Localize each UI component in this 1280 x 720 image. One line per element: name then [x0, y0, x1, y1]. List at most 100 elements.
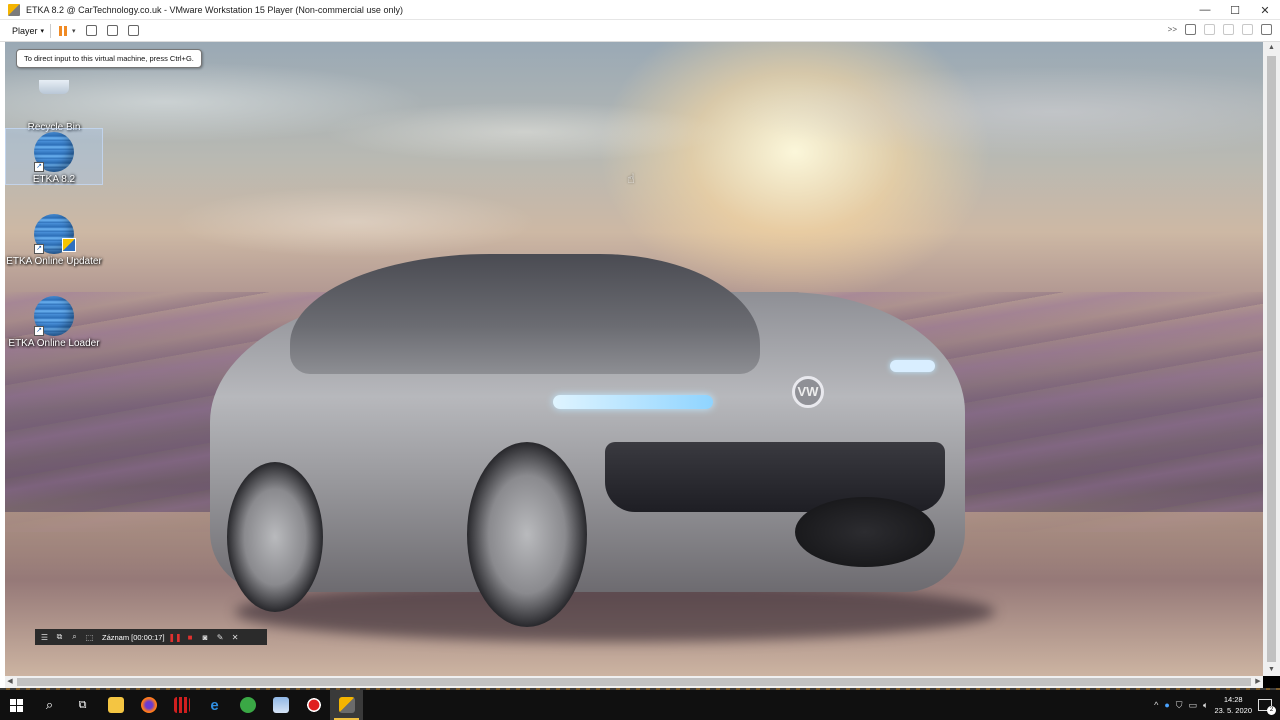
vmware-app-icon	[8, 3, 20, 16]
start-button[interactable]	[0, 690, 33, 720]
close-button[interactable]: ✕	[1250, 0, 1280, 20]
taskbar-recorder[interactable]	[297, 690, 330, 720]
toolbar-device-icons: >>	[1168, 24, 1272, 35]
printer-icon[interactable]	[1242, 24, 1253, 35]
volume-icon[interactable]: 🔈︎	[1203, 700, 1208, 711]
shortcut-arrow-icon: ↗	[34, 326, 44, 336]
tray-app-icon[interactable]: ●	[1164, 700, 1169, 710]
taskbar-clock[interactable]: 14:28 23. 5. 2020	[1214, 694, 1252, 716]
desktop-icon-etka[interactable]: ↗ ETKA 8.2	[5, 128, 103, 185]
desktop-icon-etka-updater[interactable]: ↗ ETKA Online Updater	[5, 214, 103, 267]
car-wheel-rear	[227, 462, 323, 612]
player-menu-label: Player	[12, 25, 38, 36]
scroll-left-icon[interactable]: ◀	[5, 676, 15, 688]
horizontal-scrollbar[interactable]: ◀ ▶	[5, 676, 1263, 688]
more-devices-icon[interactable]: >>	[1168, 25, 1177, 34]
car-headlight	[553, 395, 713, 409]
taskbar-utorrent[interactable]	[231, 690, 264, 720]
network-adapter-icon[interactable]	[1223, 24, 1234, 35]
system-tray: ^ ● ⛉ ▭ 🔈︎ 14:28 23. 5. 2020 2	[1154, 690, 1280, 720]
tray-shield-icon[interactable]: ⛉	[1176, 700, 1183, 711]
window-select-icon[interactable]: ⧉	[55, 632, 64, 642]
guest-desktop[interactable]: VW Recycle Bin ↗ ETKA 8.2 ↗ ETKA Online …	[5, 42, 1263, 676]
tray-overflow-icon[interactable]: ^	[1154, 700, 1158, 710]
scroll-up-icon[interactable]: ▲	[1263, 42, 1280, 54]
car-logo: VW	[792, 376, 824, 408]
menu-icon[interactable]: ☰	[40, 633, 49, 642]
task-view-icon: ⧉	[78, 698, 87, 711]
network-icon[interactable]: ▭	[1189, 700, 1198, 711]
notepad-icon	[272, 697, 289, 713]
pause-icon[interactable]	[59, 25, 68, 36]
chevron-down-icon: ▾	[40, 27, 45, 35]
player-menu-button[interactable]: Player ▾	[12, 26, 44, 36]
updater-badge-icon	[62, 238, 76, 252]
stop-recording-icon[interactable]: ■	[186, 633, 195, 642]
window-controls: — ☐ ✕	[1190, 0, 1280, 20]
taskbar-file-explorer[interactable]	[99, 690, 132, 720]
fullscreen-icon[interactable]	[106, 25, 118, 36]
player-toolbar: Player ▾ ▾ >>	[0, 20, 1280, 42]
pencil-icon[interactable]: ✎	[216, 633, 225, 642]
shortcut-arrow-icon: ↗	[34, 244, 44, 254]
vm-input-tooltip: To direct input to this virtual machine,…	[16, 49, 202, 68]
vertical-scroll-thumb[interactable]	[1267, 56, 1276, 662]
desktop-icon-label: ETKA 8.2	[32, 174, 76, 185]
search-icon: ⌕	[45, 697, 54, 712]
etka-updater-icon: ↗	[34, 214, 76, 254]
zoom-icon[interactable]: ⌕	[70, 632, 79, 642]
folder-icon	[107, 697, 124, 713]
taskbar-firefox[interactable]	[132, 690, 165, 720]
taskbar-vmware[interactable]	[330, 690, 363, 720]
notification-count-badge: 2	[1267, 706, 1276, 715]
clock-time: 14:28	[1223, 695, 1243, 704]
scroll-down-icon[interactable]: ▼	[1263, 664, 1280, 676]
desktop-icon-label: ETKA Online Updater	[6, 256, 102, 267]
screen: ETKA 8.2 @ CarTechnology.co.uk - VMware …	[0, 0, 1280, 720]
utorrent-icon	[239, 697, 256, 713]
edge-icon: e	[210, 696, 219, 714]
desktop-icon-etka-loader[interactable]: ↗ ETKA Online Loader	[5, 296, 103, 349]
minimize-button[interactable]: —	[1190, 0, 1220, 20]
firefox-icon	[140, 697, 157, 713]
camera-icon[interactable]: ◙	[201, 633, 210, 642]
car-wheel-right	[795, 497, 935, 567]
sound-card-icon[interactable]	[1261, 24, 1272, 35]
pause-dropdown-icon[interactable]: ▾	[72, 27, 76, 35]
etka-loader-icon: ↗	[34, 296, 74, 336]
hand-cursor-icon: ☝	[627, 171, 635, 186]
region-icon[interactable]: ⬚	[85, 633, 94, 642]
recording-toolbar: ☰ ⧉ ⌕ ⬚ Záznam [00:00:17] ❚❚ ■ ◙ ✎ ✕	[35, 629, 267, 645]
notifications-icon[interactable]: 2	[1258, 699, 1276, 715]
hard-disk-icon[interactable]	[1185, 24, 1196, 35]
car-headlight-right	[890, 360, 935, 372]
cd-drive-icon[interactable]	[1204, 24, 1215, 35]
pause-recording-icon[interactable]: ❚❚	[168, 633, 181, 642]
desktop-icon-label: ETKA Online Loader	[8, 338, 100, 349]
unity-mode-icon[interactable]	[127, 25, 139, 36]
vertical-scrollbar[interactable]: ▲ ▼	[1263, 42, 1280, 676]
shortcut-arrow-icon: ↗	[34, 162, 44, 172]
record-icon	[305, 697, 322, 713]
clock-date: 23. 5. 2020	[1214, 706, 1252, 715]
etka-globe-icon: ↗	[34, 132, 74, 172]
recording-status: Záznam [00:00:17]	[102, 632, 165, 642]
windows-logo-icon	[10, 698, 23, 712]
window-title: ETKA 8.2 @ CarTechnology.co.uk - VMware …	[26, 4, 403, 15]
window-titlebar: ETKA 8.2 @ CarTechnology.co.uk - VMware …	[0, 0, 1280, 20]
red-app-icon	[173, 697, 190, 713]
search-button[interactable]: ⌕	[33, 690, 66, 720]
task-view-button[interactable]: ⧉	[66, 690, 99, 720]
car-wheel-front	[467, 442, 587, 627]
recycle-bin-icon	[34, 80, 74, 120]
host-taskbar: ⌕ ⧉ e ^ ● ⛉ ▭ 🔈︎ 14:28 23. 5. 2020 2	[0, 690, 1280, 720]
taskbar-app-red[interactable]	[165, 690, 198, 720]
scroll-right-icon[interactable]: ▶	[1253, 676, 1263, 688]
maximize-button[interactable]: ☐	[1220, 0, 1250, 20]
taskbar-edge[interactable]: e	[198, 690, 231, 720]
taskbar-notepad[interactable]	[264, 690, 297, 720]
close-icon[interactable]: ✕	[231, 633, 240, 642]
horizontal-scroll-thumb[interactable]	[17, 678, 1251, 686]
send-ctrl-alt-del-icon[interactable]	[85, 25, 97, 36]
toolbar-divider	[50, 23, 52, 38]
